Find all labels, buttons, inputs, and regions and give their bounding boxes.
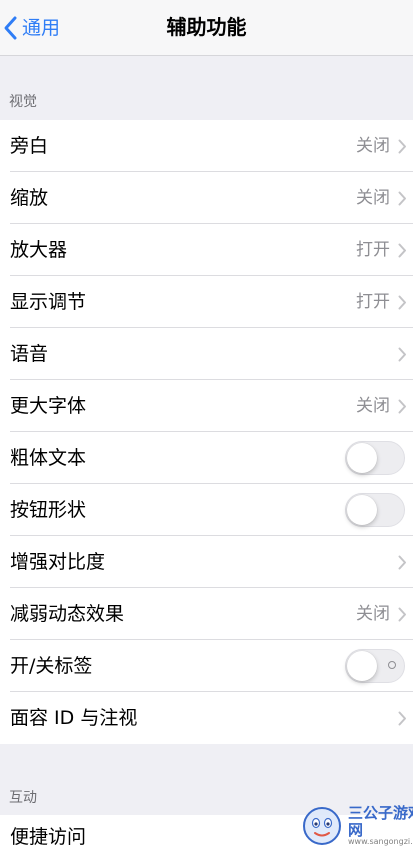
section-header-vision: 视觉 <box>9 94 37 110</box>
row-label: 减弱动态效果 <box>10 602 125 625</box>
toggle-knob <box>347 495 377 525</box>
section-header-interaction: 互动 <box>9 790 37 806</box>
settings-row-bold-text: 粗体文本 <box>0 432 413 484</box>
toggle-knob <box>347 651 377 681</box>
row-label: 更大字体 <box>10 394 87 417</box>
watermark-title: 三公子游戏网 <box>348 804 413 839</box>
settings-row-zoom[interactable]: 缩放 关闭 <box>0 172 413 224</box>
off-label-circle-icon <box>388 661 396 669</box>
chevron-right-icon <box>398 191 407 206</box>
row-label: 便捷访问 <box>10 825 87 848</box>
settings-row-reduce-motion[interactable]: 减弱动态效果 关闭 <box>0 588 413 640</box>
settings-row-magnifier[interactable]: 放大器 打开 <box>0 224 413 276</box>
row-label: 按钮形状 <box>10 498 87 521</box>
settings-row-button-shapes: 按钮形状 <box>0 484 413 536</box>
row-label: 缩放 <box>10 186 49 209</box>
toggle-knob <box>347 443 377 473</box>
chevron-right-icon <box>398 711 407 726</box>
row-label: 旁白 <box>10 134 49 157</box>
settings-row-larger-text[interactable]: 更大字体 关闭 <box>0 380 413 432</box>
row-value: 关闭 <box>356 395 390 416</box>
navigation-bar: 通用 辅助功能 <box>0 0 413 56</box>
row-label: 语音 <box>10 342 49 365</box>
row-value: 关闭 <box>356 135 390 156</box>
chevron-right-icon <box>398 295 407 310</box>
row-label: 显示调节 <box>10 290 87 313</box>
settings-row-speech[interactable]: 语音 <box>0 328 413 380</box>
chevron-right-icon <box>398 555 407 570</box>
settings-row-display-accommodations[interactable]: 显示调节 打开 <box>0 276 413 328</box>
row-label: 增强对比度 <box>10 550 106 573</box>
accessibility-settings-screen: 通用 辅助功能 视觉 旁白 关闭 缩放 关闭 放大器 打开 显示调节 打开 语音… <box>0 0 413 859</box>
settings-row-on-off-labels: 开/关标签 <box>0 640 413 692</box>
row-value: 打开 <box>356 239 390 260</box>
row-value: 打开 <box>356 291 390 312</box>
chevron-right-icon <box>398 399 407 414</box>
bold-text-toggle[interactable] <box>345 441 405 475</box>
row-label: 开/关标签 <box>10 654 93 677</box>
button-shapes-toggle[interactable] <box>345 493 405 527</box>
page-title: 辅助功能 <box>166 15 247 39</box>
watermark-url: www.sangongzi.net <box>348 837 413 847</box>
settings-group-vision: 旁白 关闭 缩放 关闭 放大器 打开 显示调节 打开 语音 更大字体 关闭 粗体… <box>0 120 413 744</box>
on-off-labels-toggle[interactable] <box>345 649 405 683</box>
row-label: 面容 ID 与注视 <box>10 706 138 729</box>
site-watermark: 三公子游戏网 www.sangongzi.net <box>302 800 413 852</box>
chevron-right-icon <box>398 139 407 154</box>
row-label: 放大器 <box>10 238 68 261</box>
row-value: 关闭 <box>356 603 390 624</box>
chevron-right-icon <box>398 347 407 362</box>
settings-row-increase-contrast[interactable]: 增强对比度 <box>0 536 413 588</box>
chevron-right-icon <box>398 607 407 622</box>
settings-row-voiceover[interactable]: 旁白 关闭 <box>0 120 413 172</box>
chevron-right-icon <box>398 243 407 258</box>
watermark-logo-icon <box>303 807 341 845</box>
settings-row-face-id-attention[interactable]: 面容 ID 与注视 <box>0 692 413 744</box>
row-value: 关闭 <box>356 187 390 208</box>
row-label: 粗体文本 <box>10 446 87 469</box>
